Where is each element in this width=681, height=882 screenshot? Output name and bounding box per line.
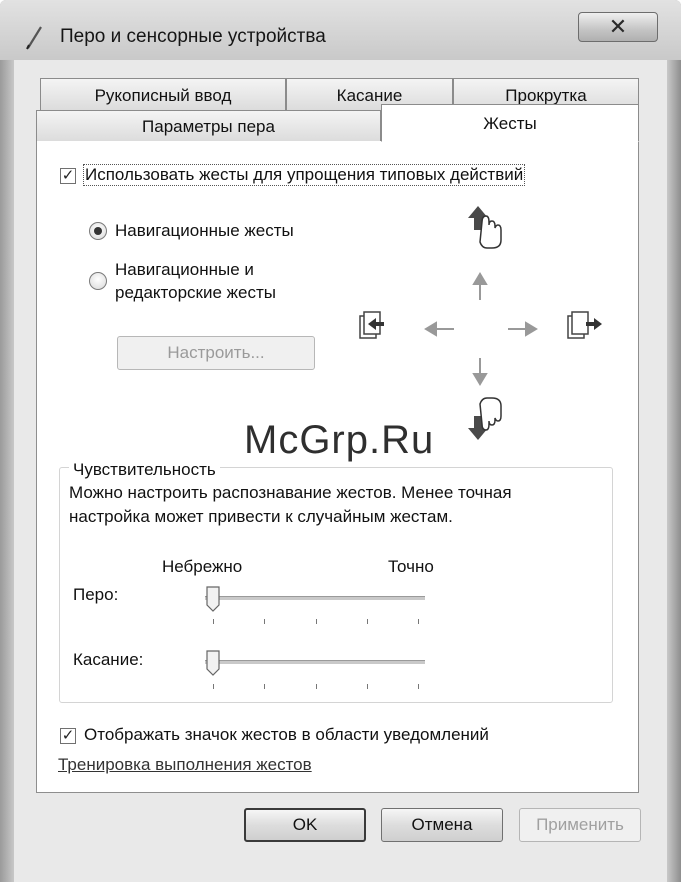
touch-slider-thumb[interactable] bbox=[206, 650, 220, 676]
tick bbox=[213, 684, 214, 689]
show-icon-checkbox[interactable]: ✓ bbox=[60, 728, 76, 744]
cancel-button[interactable]: Отмена bbox=[381, 808, 503, 842]
pen-icon bbox=[26, 26, 42, 50]
pen-slider-track[interactable] bbox=[205, 596, 425, 600]
apply-button[interactable]: Применить bbox=[519, 808, 641, 842]
tick bbox=[316, 619, 317, 624]
tick bbox=[418, 684, 419, 689]
tab-handwriting[interactable]: Рукописный ввод bbox=[40, 78, 286, 110]
radio-nav-edit-line1[interactable]: Навигационные и bbox=[115, 260, 254, 280]
pen-slider-thumb[interactable] bbox=[206, 586, 220, 612]
radio-navigation-editing-gestures[interactable] bbox=[89, 272, 107, 290]
sensitivity-desc-line2: настройка может привести к случайным жес… bbox=[69, 507, 453, 526]
use-gestures-label[interactable]: Использовать жесты для упрощения типовых… bbox=[82, 164, 526, 186]
tab-label: Параметры пера bbox=[142, 117, 275, 136]
radio-navigation-gestures[interactable] bbox=[89, 222, 107, 240]
sensitivity-title: Чувствительность bbox=[69, 460, 220, 480]
window-title: Перо и сенсорные устройства bbox=[60, 26, 326, 47]
touch-slider-label: Касание: bbox=[73, 650, 144, 669]
arrow-down-icon bbox=[472, 358, 488, 386]
page-forward-icon bbox=[567, 311, 602, 339]
use-gestures-checkbox[interactable]: ✓ bbox=[60, 168, 76, 184]
arrow-right-icon bbox=[508, 321, 538, 337]
watermark: McGrp.Ru bbox=[244, 418, 435, 462]
slider-label-precise: Точно bbox=[388, 557, 434, 576]
tick bbox=[316, 684, 317, 689]
touch-slider-track[interactable] bbox=[205, 660, 425, 664]
show-icon-label[interactable]: Отображать значок жестов в области уведо… bbox=[84, 725, 489, 745]
title-bar[interactable]: Перо и сенсорные устройства ✕ bbox=[0, 0, 681, 60]
arrow-up-icon bbox=[472, 272, 488, 300]
tick bbox=[264, 684, 265, 689]
tick bbox=[213, 619, 214, 624]
tab-label: Прокрутка bbox=[505, 86, 587, 105]
tab-label: Рукописный ввод bbox=[94, 86, 232, 105]
pen-slider-label: Перо: bbox=[73, 585, 119, 604]
hand-up-icon bbox=[468, 206, 502, 249]
radio-navigation-label[interactable]: Навигационные жесты bbox=[115, 221, 294, 241]
tick bbox=[367, 684, 368, 689]
close-button[interactable]: ✕ bbox=[578, 12, 658, 42]
tab-pen-options[interactable]: Параметры пера bbox=[36, 110, 381, 141]
tab-gestures[interactable]: Жесты bbox=[381, 104, 639, 142]
tab-label: Жесты bbox=[483, 114, 537, 133]
page-back-icon bbox=[359, 311, 384, 339]
slider-label-loose: Небрежно bbox=[162, 557, 243, 576]
tab-label: Касание bbox=[336, 86, 403, 105]
radio-nav-edit-line2[interactable]: редакторские жесты bbox=[115, 283, 276, 303]
tick bbox=[367, 619, 368, 624]
arrow-left-icon bbox=[424, 321, 454, 337]
configure-button[interactable]: Настроить... bbox=[117, 336, 315, 370]
hand-down-icon bbox=[468, 397, 502, 440]
sensitivity-desc-line1: Можно настроить распознавание жестов. Ме… bbox=[69, 483, 512, 502]
tick bbox=[264, 619, 265, 624]
training-link[interactable]: Тренировка выполнения жестов bbox=[58, 755, 312, 775]
tick bbox=[418, 619, 419, 624]
ok-button[interactable]: OK bbox=[244, 808, 366, 842]
